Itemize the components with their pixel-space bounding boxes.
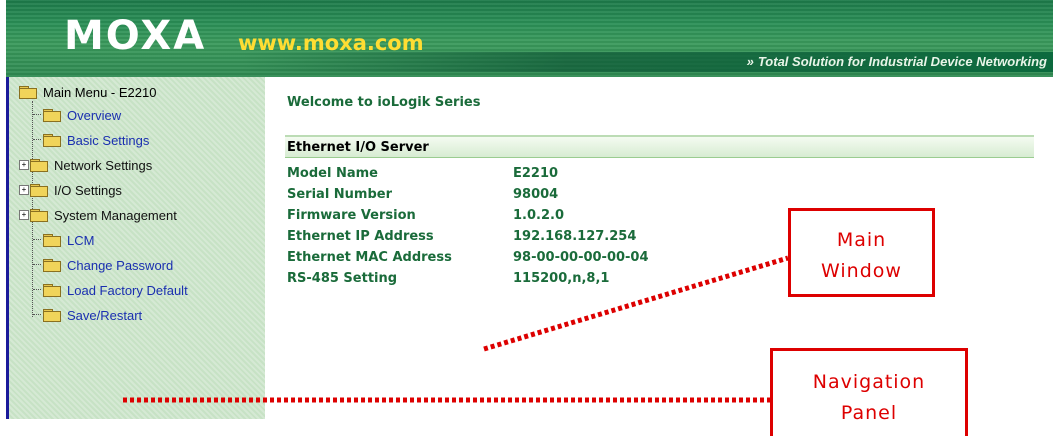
callout-line: Navigation — [812, 371, 926, 393]
navigation-panel-callout: Navigation Panel — [770, 348, 968, 436]
callout-line: Main — [836, 229, 887, 251]
callout-line: Panel — [840, 402, 898, 424]
main-window-leader — [483, 255, 789, 352]
main-window-callout: Main Window — [788, 208, 935, 297]
callout-line: Window — [821, 260, 902, 282]
